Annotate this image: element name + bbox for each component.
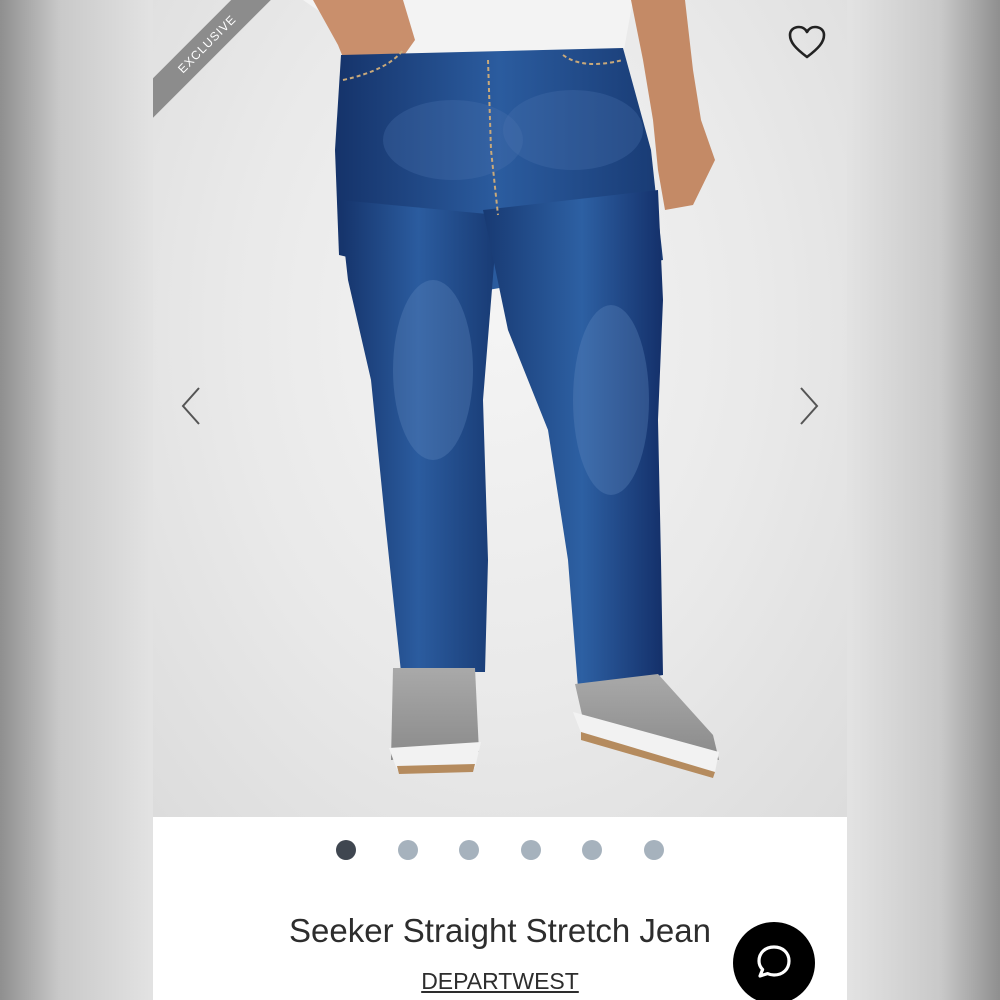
next-image-button[interactable] — [795, 384, 823, 428]
image-pagination — [153, 838, 847, 862]
pagination-dot[interactable] — [398, 840, 418, 860]
pagination-dot[interactable] — [582, 840, 602, 860]
previous-image-button[interactable] — [177, 384, 205, 428]
product-page: EXCLUSIVE Seeker Straight Stretch Jean D… — [153, 0, 847, 1000]
pagination-dot[interactable] — [336, 840, 356, 860]
pagination-dot[interactable] — [521, 840, 541, 860]
heart-outline-icon — [788, 25, 826, 59]
pagination-dot[interactable] — [644, 840, 664, 860]
chevron-right-icon — [800, 387, 819, 425]
chat-button[interactable] — [733, 922, 815, 1000]
favorite-button[interactable] — [787, 24, 827, 60]
chat-bubble-icon — [757, 945, 791, 978]
exclusive-badge: EXCLUSIVE — [153, 0, 288, 125]
exclusive-ribbon: EXCLUSIVE — [153, 0, 293, 140]
product-image[interactable]: EXCLUSIVE — [153, 0, 847, 817]
chevron-left-icon — [181, 387, 200, 425]
pagination-dot[interactable] — [459, 840, 479, 860]
